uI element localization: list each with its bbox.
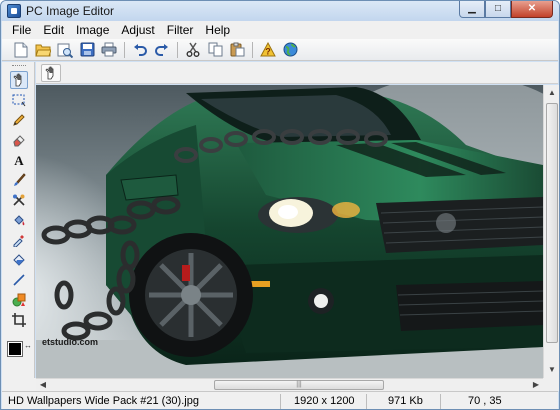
status-dimensions: 1920 x 1200 [294, 395, 355, 407]
vertical-scroll-thumb[interactable] [546, 103, 558, 343]
help-icon[interactable]: ? [257, 40, 279, 60]
app-logo-icon [7, 4, 21, 18]
status-filesize: 971 Kb [388, 395, 423, 407]
scroll-corner [543, 378, 559, 391]
status-cursor-position: 70 , 35 [468, 395, 502, 407]
cut-icon[interactable] [182, 40, 204, 60]
title-bar[interactable]: PC Image Editor ▁ □ ✕ [1, 1, 559, 21]
vertical-scrollbar[interactable]: ▲ ▼ [543, 85, 559, 378]
fill-icon[interactable] [10, 211, 28, 229]
print-icon[interactable] [98, 40, 120, 60]
status-separator [440, 394, 441, 409]
maximize-button[interactable]: □ [485, 1, 511, 18]
menu-edit[interactable]: Edit [37, 23, 70, 37]
menu-filter[interactable]: Filter [161, 23, 200, 37]
shapes-icon[interactable] [10, 291, 28, 309]
status-separator [366, 394, 367, 409]
text-tool-icon[interactable]: A [10, 151, 28, 169]
horizontal-scrollbar[interactable]: ◀ ||| ▶ [36, 378, 543, 391]
scroll-up-icon[interactable]: ▲ [544, 85, 559, 101]
brush-icon[interactable] [10, 171, 28, 189]
menu-help[interactable]: Help [199, 23, 236, 37]
paste-icon[interactable] [226, 40, 248, 60]
scroll-corner-left [2, 378, 36, 391]
toolbar-separator [124, 41, 125, 58]
tool-options-bar [36, 62, 558, 84]
status-filename: HD Wallpapers Wide Pack #21 (30).jpg [8, 395, 199, 407]
menu-image[interactable]: Image [70, 23, 115, 37]
close-button[interactable]: ✕ [511, 1, 553, 18]
foreground-color-swatch[interactable] [7, 341, 23, 357]
hand-tool-icon[interactable] [10, 71, 28, 89]
image-canvas[interactable]: etstudio.com [36, 85, 543, 378]
paint-bucket-icon[interactable] [10, 251, 28, 269]
open-icon[interactable] [32, 40, 54, 60]
redo-icon[interactable] [151, 40, 173, 60]
app-window: PC Image Editor ▁ □ ✕ File Edit Image Ad… [0, 0, 560, 410]
status-bar: HD Wallpapers Wide Pack #21 (30).jpg 192… [2, 391, 558, 409]
main-toolbar: ? [2, 39, 558, 61]
crop-icon[interactable] [10, 311, 28, 329]
hand-option-icon[interactable] [41, 64, 61, 82]
eyedropper-icon[interactable] [10, 231, 28, 249]
horizontal-scroll-thumb[interactable]: ||| [214, 380, 384, 390]
image-watermark: etstudio.com [42, 337, 99, 347]
palette-grip[interactable] [12, 65, 26, 67]
pencil-icon[interactable] [10, 111, 28, 129]
color-swatches[interactable]: ↔ [7, 341, 32, 370]
web-icon[interactable] [279, 40, 301, 60]
new-icon[interactable] [10, 40, 32, 60]
scroll-left-icon[interactable]: ◀ [36, 379, 50, 391]
swap-colors-icon[interactable]: ↔ [24, 341, 32, 350]
copy-icon[interactable] [204, 40, 226, 60]
status-separator [280, 394, 281, 409]
browse-icon[interactable] [54, 40, 76, 60]
window-title: PC Image Editor [26, 4, 115, 18]
toolbar-separator [177, 41, 178, 58]
menu-file[interactable]: File [6, 23, 37, 37]
eraser-icon[interactable] [10, 131, 28, 149]
toolbar-separator [252, 41, 253, 58]
svg-text:?: ? [265, 47, 271, 57]
menu-bar: File Edit Image Adjust Filter Help [2, 21, 558, 39]
rect-select-icon[interactable] [10, 91, 28, 109]
window-controls: ▁ □ ✕ [459, 1, 553, 19]
save-icon[interactable] [76, 40, 98, 60]
car-photo [36, 85, 543, 378]
clone-icon[interactable] [10, 191, 28, 209]
line-tool-icon[interactable] [10, 271, 28, 289]
tool-palette: A ↔ [2, 62, 35, 378]
minimize-button[interactable]: ▁ [459, 1, 485, 18]
undo-icon[interactable] [129, 40, 151, 60]
svg-text:A: A [14, 153, 24, 167]
menu-adjust[interactable]: Adjust [115, 23, 160, 37]
scroll-down-icon[interactable]: ▼ [544, 362, 559, 378]
scroll-right-icon[interactable]: ▶ [529, 379, 543, 391]
